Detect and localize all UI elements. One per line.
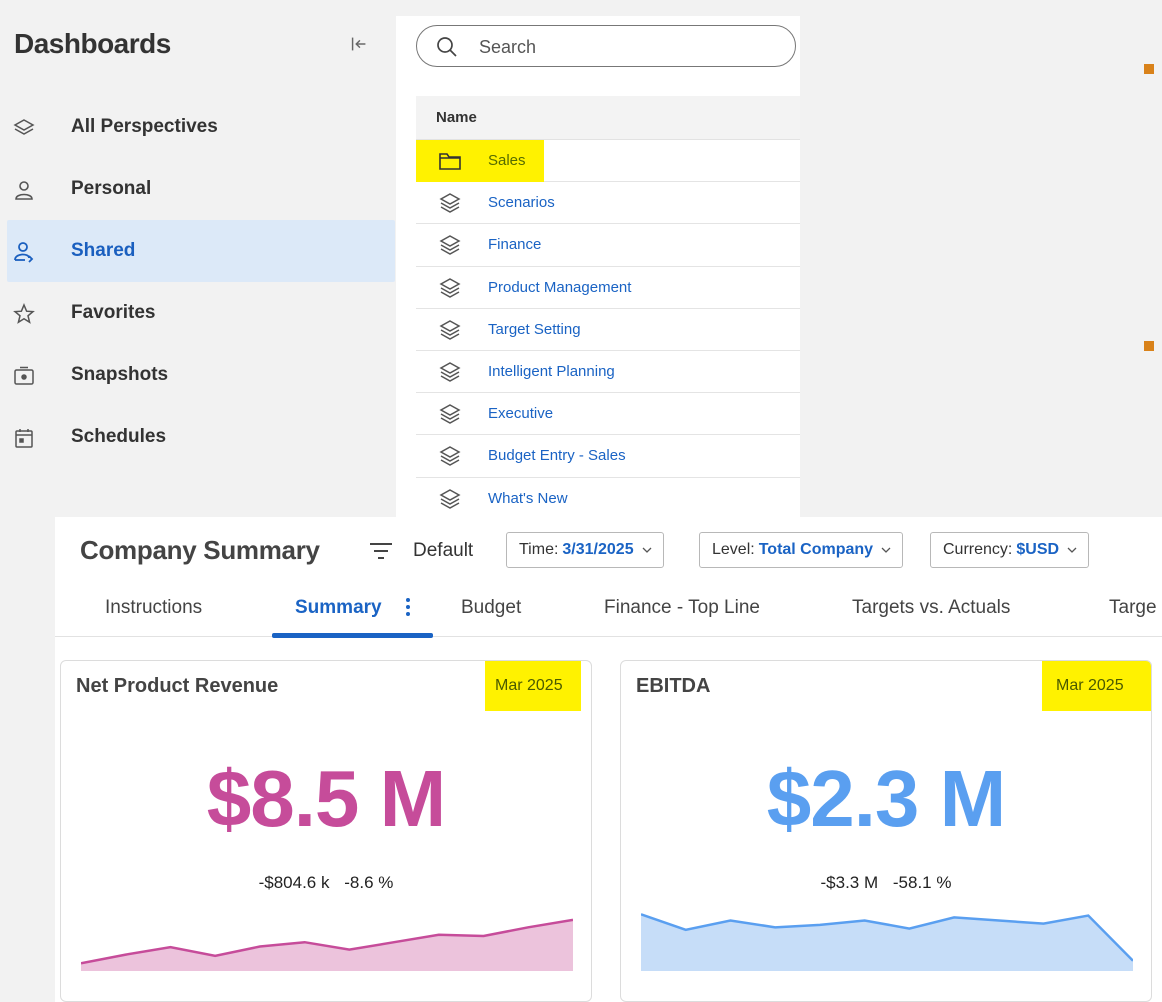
card-period: Mar 2025 bbox=[1056, 677, 1124, 694]
currency-filter[interactable]: Currency: $USD bbox=[930, 532, 1090, 568]
shared-person-icon bbox=[14, 242, 34, 263]
company-summary-panel: Company Summary Default Time: 3/31/2025 … bbox=[55, 517, 1162, 1002]
tab-finance-top-line[interactable]: Finance - Top Line bbox=[604, 597, 760, 619]
sidebar-item-all-perspectives[interactable]: All Perspectives bbox=[7, 96, 395, 158]
table-row[interactable]: Product Management bbox=[416, 266, 800, 309]
table-header: Name bbox=[416, 96, 800, 140]
more-options-icon[interactable] bbox=[405, 597, 411, 617]
layers-icon bbox=[439, 235, 461, 256]
table-row[interactable]: Target Setting bbox=[416, 308, 800, 351]
active-tab-indicator bbox=[272, 633, 433, 638]
search-placeholder: Search bbox=[479, 37, 537, 57]
panel-title: Dashboards bbox=[14, 28, 171, 59]
filter-key: Currency: bbox=[943, 541, 1013, 558]
row-label[interactable]: Finance bbox=[488, 236, 541, 253]
row-label[interactable]: Sales bbox=[488, 152, 526, 169]
trend-sparkline bbox=[641, 913, 1133, 971]
dashboards-panel: Dashboards All Perspectives Personal Sha… bbox=[0, 0, 395, 520]
table-row[interactable]: Finance bbox=[416, 224, 800, 267]
layers-icon bbox=[439, 488, 461, 509]
view-selector[interactable]: Default bbox=[413, 540, 473, 562]
row-label[interactable]: Product Management bbox=[488, 279, 631, 296]
filter-value: $USD bbox=[1016, 541, 1060, 558]
kpi-card-ebitda[interactable]: EBITDA Mar 2025 $2.3 M -$3.3 M -58.1 % bbox=[620, 660, 1152, 1002]
camera-icon bbox=[14, 366, 34, 385]
table-row-sales[interactable]: Sales bbox=[416, 140, 800, 184]
sidebar-item-snapshots[interactable]: Snapshots bbox=[7, 344, 395, 406]
layers-icon bbox=[439, 193, 461, 214]
search-input[interactable]: Search bbox=[416, 25, 796, 67]
sidebar-item-label: Personal bbox=[71, 178, 152, 199]
kpi-delta: -$3.3 M -58.1 % bbox=[621, 873, 1151, 893]
row-label[interactable]: Scenarios bbox=[488, 194, 555, 211]
kpi-value: $8.5 M bbox=[206, 754, 447, 843]
folder-icon bbox=[439, 153, 461, 170]
column-header-name[interactable]: Name bbox=[436, 109, 477, 126]
calendar-icon bbox=[15, 429, 33, 448]
layers-icon bbox=[439, 446, 461, 467]
chevron-down-icon bbox=[642, 547, 652, 553]
delta-percent: -8.6 % bbox=[344, 873, 394, 892]
layers-icon bbox=[439, 404, 461, 424]
row-label[interactable]: Intelligent Planning bbox=[488, 363, 615, 380]
person-icon bbox=[15, 181, 33, 200]
delta-absolute: -$3.3 M bbox=[820, 873, 879, 892]
row-label[interactable]: Target Setting bbox=[488, 321, 581, 338]
status-marker bbox=[1144, 64, 1154, 74]
search-icon bbox=[437, 37, 457, 57]
card-title: EBITDA bbox=[636, 675, 711, 697]
star-icon bbox=[13, 303, 35, 324]
sidebar-item-label: All Perspectives bbox=[71, 116, 218, 137]
row-label[interactable]: Budget Entry - Sales bbox=[488, 447, 626, 464]
sidebar-item-label: Schedules bbox=[71, 426, 167, 447]
tab-targets-vs-actuals[interactable]: Targets vs. Actuals bbox=[852, 597, 1010, 619]
sidebar-nav: All Perspectives Personal Shared Favorit… bbox=[7, 96, 395, 468]
dashboard-list-panel: Search Name Sales Scenarios Finance Prod… bbox=[396, 16, 800, 520]
table-row[interactable]: Scenarios bbox=[416, 182, 800, 225]
layers-icon bbox=[439, 277, 461, 298]
filter-value: Total Company bbox=[758, 541, 874, 558]
time-filter[interactable]: Time: 3/31/2025 bbox=[506, 532, 664, 568]
tab-instructions[interactable]: Instructions bbox=[105, 597, 202, 619]
tab-bar: Instructions Summary Budget Finance - To… bbox=[55, 579, 1162, 638]
dashboard-table: Name Sales Scenarios Finance Product Man… bbox=[416, 96, 800, 520]
trend-sparkline bbox=[81, 918, 573, 971]
sidebar-item-label: Favorites bbox=[71, 302, 156, 323]
layers-icon bbox=[439, 319, 461, 340]
sidebar-item-favorites[interactable]: Favorites bbox=[7, 282, 395, 344]
row-label[interactable]: What's New bbox=[488, 490, 568, 507]
kpi-value: $2.3 M bbox=[766, 754, 1007, 843]
layers-icon bbox=[439, 362, 461, 382]
chevron-down-icon bbox=[881, 547, 891, 553]
kpi-delta: -$804.6 k -8.6 % bbox=[61, 873, 591, 893]
sidebar-item-shared[interactable]: Shared bbox=[7, 220, 395, 282]
page-title: Company Summary bbox=[80, 535, 320, 565]
kpi-card-net-product-revenue[interactable]: Net Product Revenue Mar 2025 $8.5 M -$80… bbox=[60, 660, 592, 1002]
collapse-panel-icon[interactable] bbox=[348, 33, 370, 55]
level-filter[interactable]: Level: Total Company bbox=[699, 532, 904, 568]
filter-key: Time: bbox=[519, 541, 559, 558]
filter-key: Level: bbox=[712, 541, 755, 558]
sidebar-item-label: Shared bbox=[71, 240, 136, 261]
chevron-down-icon bbox=[1067, 547, 1077, 553]
table-row[interactable]: Budget Entry - Sales bbox=[416, 435, 800, 478]
status-marker bbox=[1144, 341, 1154, 351]
delta-percent: -58.1 % bbox=[892, 873, 952, 892]
tab-budget[interactable]: Budget bbox=[461, 597, 521, 619]
table-row[interactable]: Executive bbox=[416, 393, 800, 436]
card-title: Net Product Revenue bbox=[76, 675, 279, 697]
filter-value: 3/31/2025 bbox=[562, 541, 634, 558]
table-row[interactable]: What's New bbox=[416, 477, 800, 520]
row-label[interactable]: Executive bbox=[488, 405, 553, 422]
sidebar-item-personal[interactable]: Personal bbox=[7, 158, 395, 220]
card-period: Mar 2025 bbox=[495, 677, 563, 694]
tab-summary[interactable]: Summary bbox=[295, 597, 382, 619]
sidebar-item-label: Snapshots bbox=[71, 364, 169, 385]
delta-absolute: -$804.6 k bbox=[258, 873, 330, 892]
layers-icon bbox=[13, 119, 35, 135]
sidebar-item-schedules[interactable]: Schedules bbox=[7, 406, 395, 468]
tab-targets-truncated[interactable]: Targe bbox=[1109, 597, 1157, 619]
filter-icon[interactable] bbox=[367, 539, 395, 563]
table-row[interactable]: Intelligent Planning bbox=[416, 350, 800, 394]
